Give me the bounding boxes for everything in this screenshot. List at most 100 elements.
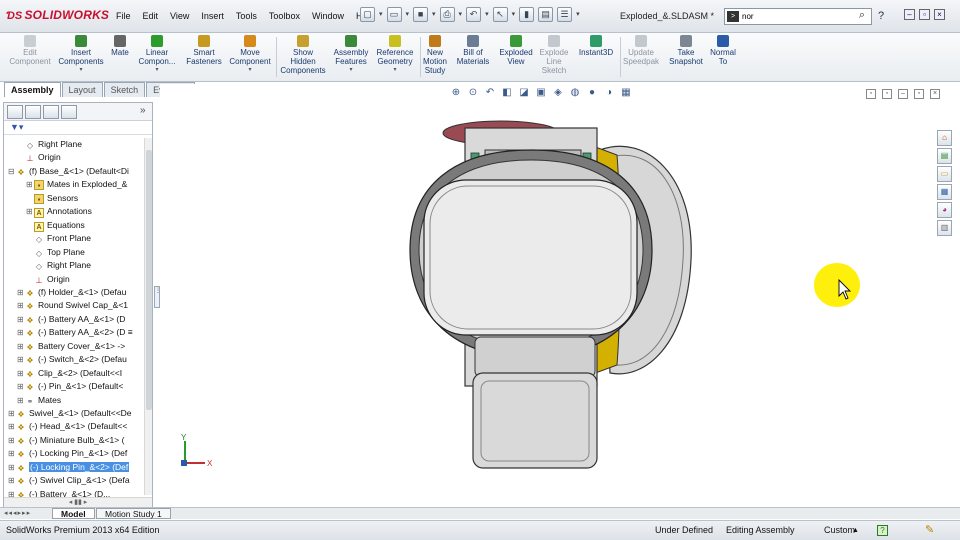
tree-node[interactable]: ⊞ ❖ Clip_&<2> (Default<<I	[17, 367, 122, 380]
tree-node[interactable]: ⊞ ❖ (-) Battery AA_&<2> (D ≡	[17, 326, 133, 339]
viewport-close-icon[interactable]: ×	[930, 89, 940, 99]
collapse-icon[interactable]: ⊟	[8, 165, 16, 178]
tree-node[interactable]: ⊞ ❖ (-) Miniature Bulb_&<1> (	[8, 434, 124, 447]
update-speedpak-button[interactable]: Update Speedpak	[620, 35, 662, 66]
expand-icon[interactable]: ⊞	[17, 353, 25, 366]
expand-icon[interactable]: ⊞	[17, 394, 25, 407]
tree-node[interactable]: ⊞ ❖ (-) Locking Pin_&<1> (Def	[8, 447, 127, 460]
tree-node[interactable]: ⊞ ❖ Swivel_&<1> (Default<<De	[8, 407, 132, 420]
tree-node[interactable]: ⊞ ❖ (-) Swivel Clip_&<1> (Defa	[8, 474, 130, 487]
tree-node[interactable]: ⊟ ❖ (f) Base_&<1> (Default<Di	[8, 165, 129, 178]
undo-icon[interactable]: ↶	[466, 7, 482, 22]
design-library-icon[interactable]: ▤	[937, 148, 952, 164]
chevron-down-icon[interactable]: ▾	[56, 66, 106, 75]
expand-icon[interactable]: ⊞	[8, 461, 16, 474]
tree-vertical-scrollbar[interactable]	[144, 138, 152, 495]
save-icon[interactable]: ■	[413, 7, 429, 22]
zoom-to-area-icon[interactable]: ⊙	[466, 87, 480, 98]
view-settings-icon[interactable]: ▦	[619, 87, 633, 98]
restore-icon[interactable]: ▫	[919, 9, 930, 20]
expand-icon[interactable]: ⊞	[17, 367, 25, 380]
menu-view[interactable]: View	[164, 11, 195, 21]
search-input[interactable]	[742, 10, 850, 23]
chevron-down-icon[interactable]: ▾	[134, 66, 180, 75]
tab-layout[interactable]: Layout	[61, 82, 103, 97]
take-snapshot-button[interactable]: Take Snapshot	[664, 35, 708, 66]
tree-node[interactable]: ⊞ ⚭ Mates	[17, 394, 61, 407]
tree-node[interactable]: ◇ Right Plane	[26, 259, 91, 272]
expand-icon[interactable]: ⊞	[26, 178, 34, 191]
expand-icon[interactable]: ⊞	[17, 340, 25, 353]
move-component-button[interactable]: Move Component ▾	[226, 35, 274, 75]
pencil-icon[interactable]: ✎	[925, 521, 934, 540]
tree-node[interactable]: ⊞ A Annotations	[26, 205, 92, 219]
tree-node[interactable]: ⊞ ❖ (f) Holder_&<1> (Defau	[17, 286, 126, 299]
viewport-split-icon[interactable]: ▫	[866, 89, 876, 99]
tree-horizontal-scrollbar[interactable]: ◂ ▮▮ ▸	[4, 497, 152, 507]
assembly-features-button[interactable]: Assembly Features ▾	[330, 35, 372, 75]
expand-icon[interactable]: ⊞	[8, 420, 16, 433]
tree-node[interactable]: ⊞ ❖ (-) Battery AA_&<1> (D	[17, 313, 125, 326]
units-arrow-icon[interactable]: ▲	[852, 521, 859, 540]
show-hidden-components-button[interactable]: Show Hidden Components	[278, 35, 328, 75]
solidworks-resources-icon[interactable]: ⌂	[937, 130, 952, 146]
view-palette-icon[interactable]: ▦	[937, 184, 952, 200]
display-style-icon[interactable]: ◈	[551, 87, 565, 98]
viewport-minimize-icon[interactable]: –	[898, 89, 908, 99]
menu-edit[interactable]: Edit	[137, 11, 165, 21]
chevron-down-icon[interactable]: ▾	[372, 66, 418, 75]
expand-icon[interactable]: ⊞	[8, 434, 16, 447]
menu-window[interactable]: Window	[306, 11, 350, 21]
tree-node[interactable]: ⊞ ▪ Mates in Exploded_&	[26, 178, 127, 191]
tree-node[interactable]: ⊞ ❖ Round Swivel Cap_&<1	[17, 299, 128, 312]
configuration-manager-tab-icon[interactable]	[43, 105, 59, 119]
tree-node[interactable]: ◇ Top Plane	[26, 246, 85, 259]
menu-toolbox[interactable]: Toolbox	[263, 11, 306, 21]
section-view-icon[interactable]: ◧	[500, 87, 514, 98]
menu-tools[interactable]: Tools	[230, 11, 263, 21]
tree-node[interactable]: ◇ Right Plane	[17, 138, 82, 151]
zoom-to-fit-icon[interactable]: ⊕	[449, 87, 463, 98]
minimize-icon[interactable]: –	[904, 9, 915, 20]
solidworks-logo[interactable]: ƊS SOLIDWORKS	[6, 8, 109, 22]
tree-filter[interactable]: ▼▾	[4, 122, 152, 135]
rebuild-icon[interactable]: ▮	[519, 7, 535, 22]
expand-icon[interactable]: ⊞	[17, 380, 25, 393]
select-arrow-icon[interactable]: ↖	[492, 7, 508, 22]
tree-node[interactable]: ⊞ ❖ (-) Locking Pin_&<2> (Def	[8, 461, 130, 474]
tab-sketch[interactable]: Sketch	[103, 82, 146, 97]
expand-icon[interactable]: ⊞	[26, 205, 34, 218]
new-motion-study-button[interactable]: New Motion Study	[420, 35, 450, 75]
expand-icon[interactable]: ⊞	[17, 286, 25, 299]
print-icon[interactable]: ⎙	[439, 7, 455, 22]
linear-component-pattern-button[interactable]: Linear Compon... ▾	[134, 35, 180, 75]
unit-system-selector[interactable]: Custom	[824, 521, 855, 540]
feature-manager-tab-icon[interactable]	[7, 105, 23, 119]
tab-assembly[interactable]: Assembly	[4, 82, 61, 97]
close-icon[interactable]: ×	[934, 9, 945, 20]
tree-node[interactable]: ⊞ ❖ (-) Head_&<1> (Default<<	[8, 420, 127, 433]
tree-node[interactable]: ⊞ ❖ Battery Cover_&<1> ->	[17, 340, 125, 353]
chevron-down-icon[interactable]: ▾	[330, 66, 372, 75]
help-status-icon[interactable]: ?	[877, 525, 888, 536]
scrollbar-thumb[interactable]	[146, 150, 152, 410]
dynamic-annotation-icon[interactable]: ◪	[517, 87, 531, 98]
exploded-view-button[interactable]: Exploded View	[496, 35, 536, 66]
help-icon[interactable]: ?	[878, 10, 884, 22]
flashlight-assembly-model[interactable]	[395, 115, 700, 475]
expand-panel-icon[interactable]: »	[140, 105, 146, 116]
mate-button[interactable]: Mate	[106, 35, 134, 57]
options-icon[interactable]: ☰	[557, 7, 573, 22]
menu-insert[interactable]: Insert	[195, 11, 230, 21]
display-manager-tab-icon[interactable]	[61, 105, 77, 119]
expand-icon[interactable]: ⊞	[8, 407, 16, 420]
explode-line-sketch-button[interactable]: Explode Line Sketch	[536, 35, 572, 75]
instant3d-button[interactable]: Instant3D	[574, 35, 618, 57]
expand-icon[interactable]: ⊞	[17, 313, 25, 326]
tab-model[interactable]: Model	[52, 508, 95, 519]
expand-icon[interactable]: ⊞	[8, 447, 16, 460]
edit-component-button[interactable]: Edit Component	[4, 35, 56, 66]
reference-geometry-button[interactable]: Reference Geometry ▾	[372, 35, 418, 75]
expand-icon[interactable]: ⊞	[17, 299, 25, 312]
open-folder-icon[interactable]: ▭	[386, 7, 402, 22]
